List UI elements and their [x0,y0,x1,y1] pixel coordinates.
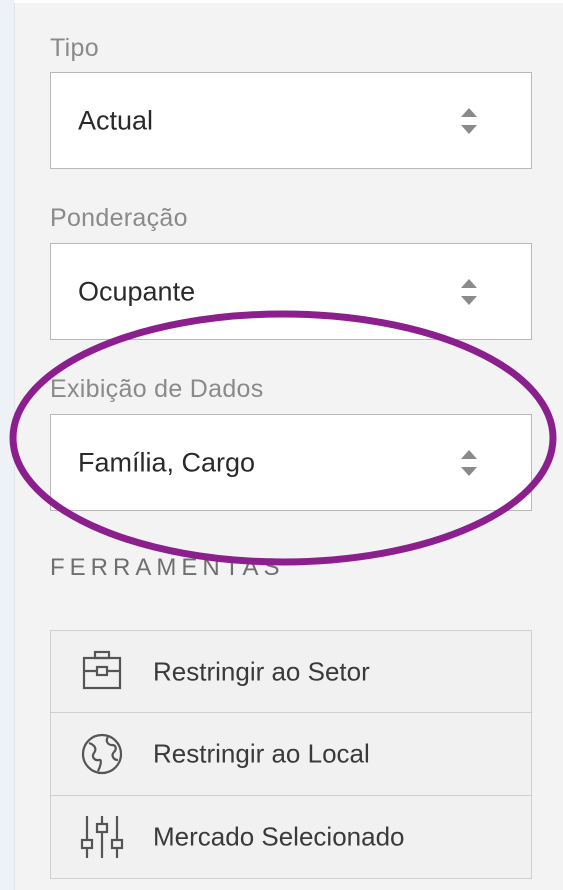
select-arrows-icon [461,107,477,134]
tool-restringir-local[interactable]: Restringir ao Local [50,713,532,796]
tipo-select[interactable]: Actual [50,72,532,169]
top-edge [14,0,563,3]
globe-icon [81,733,123,775]
tipo-select-value: Actual [78,105,154,135]
sliders-icon [80,816,124,858]
tool-restringir-setor[interactable]: Restringir ao Setor [50,630,532,713]
tool-mercado-selecionado[interactable]: Mercado Selecionado [50,796,532,879]
exibicao-select[interactable]: Família, Cargo [50,414,532,511]
tool-restringir-setor-label: Restringir ao Setor [153,656,370,686]
tipo-label: Tipo [50,34,99,62]
tools-list: Restringir ao Setor Restringir ao Local … [50,630,532,879]
tool-mercado-selecionado-label: Mercado Selecionado [153,821,405,852]
exibicao-label: Exibição de Dados [50,375,264,403]
briefcase-icon [82,650,122,689]
tools-section-title: FERRAMENTAS [50,554,285,581]
select-arrows-icon [461,278,477,305]
ponderacao-select[interactable]: Ocupante [50,243,532,340]
exibicao-select-value: Família, Cargo [78,447,256,477]
ponderacao-label: Ponderação [50,204,188,232]
ponderacao-select-value: Ocupante [78,276,196,306]
left-panel-edge [0,0,15,890]
tool-restringir-local-label: Restringir ao Local [153,738,370,769]
select-arrows-icon [461,449,477,476]
